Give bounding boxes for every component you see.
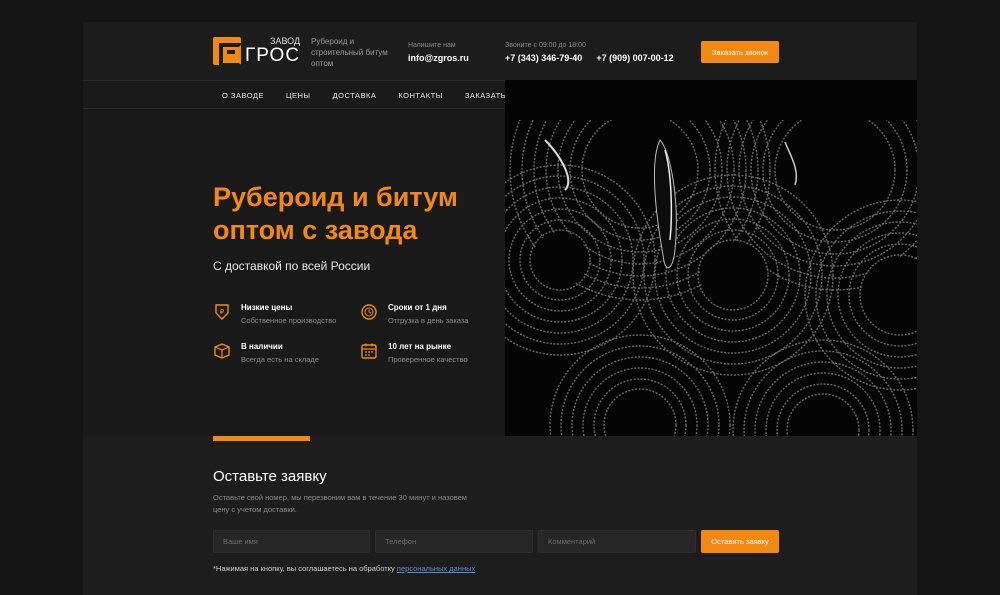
mail-label: Напишите нам — [408, 42, 456, 49]
consent-text: *Нажимая на кнопку, вы соглашаетесь на о… — [213, 564, 475, 573]
feature-low-prices: ₽ Низкие цены Собственное производство — [213, 303, 336, 325]
logo[interactable]: ЗАВОД ГРОС — [213, 37, 301, 67]
email-link[interactable]: info@zgros.ru — [408, 53, 469, 63]
box-icon — [214, 343, 230, 359]
nav-item-prices[interactable]: ЦЕНЫ — [286, 91, 311, 100]
roofing-rolls-illustration — [505, 80, 917, 436]
calendar-icon — [361, 343, 377, 359]
feature-fast-delivery: Сроки от 1 дня Отгрузка в день заказа — [360, 303, 468, 325]
nav-item-contacts[interactable]: КОНТАКТЫ — [398, 91, 442, 100]
phones-label: Звоните с 09:00 до 18:00 — [505, 42, 586, 49]
phone-link-1[interactable]: +7 (343) 346-79-40 — [505, 53, 582, 63]
form-title: Оставьте заявку — [213, 468, 327, 485]
page: ЗАВОД ГРОС Рубероид и строительный битум… — [83, 22, 917, 595]
personal-data-link[interactable]: персональных данных — [397, 564, 475, 573]
nav-item-order[interactable]: ЗАКАЗАТЬ — [465, 91, 506, 100]
hero-subtitle: С доставкой по всей России — [213, 259, 371, 273]
form-description: Оставьте свой номер, мы перезвоним вам в… — [213, 493, 467, 514]
phone-input[interactable] — [375, 530, 533, 553]
phone-link-2[interactable]: +7 (909) 007-00-12 — [596, 53, 673, 63]
feature-subtitle: Всегда есть на складе — [241, 355, 319, 364]
main-nav: О ЗАВОДЕ ЦЕНЫ ДОСТАВКА КОНТАКТЫ ЗАКАЗАТЬ — [83, 80, 506, 109]
logo-main-text: ГРОС — [245, 45, 301, 66]
logo-mark-icon — [213, 37, 243, 67]
consent-label: *Нажимая на кнопку, вы соглашаетесь на о… — [213, 564, 395, 573]
clock-icon — [361, 304, 377, 320]
mail-block: Напишите нам info@zgros.ru — [408, 42, 469, 63]
feature-title: В наличии — [241, 342, 283, 351]
phone-block: Звоните с 09:00 до 18:00 +7 (343) 346-79… — [505, 42, 674, 63]
request-form-section: Оставьте заявку Оставьте свой номер, мы … — [83, 436, 917, 595]
svg-text:₽: ₽ — [220, 308, 225, 316]
hero-title: Рубероид и битум оптом с завода — [213, 182, 458, 245]
hero: Рубероид и битум оптом с завода С достав… — [83, 109, 505, 436]
feature-title: Сроки от 1 дня — [388, 303, 447, 312]
price-tag-icon: ₽ — [215, 304, 229, 320]
feature-title: 10 лет на рынке — [388, 342, 452, 351]
feature-ten-years: 10 лет на рынке Проверенное качество — [360, 342, 468, 364]
name-input[interactable] — [213, 530, 370, 553]
feature-title: Низкие цены — [241, 303, 293, 312]
feature-subtitle: Собственное производство — [241, 316, 337, 325]
nav-item-about[interactable]: О ЗАВОДЕ — [222, 91, 264, 100]
comment-input[interactable] — [538, 530, 696, 553]
call-back-button[interactable]: Заказать звонок — [701, 41, 779, 63]
orange-accent-bar — [213, 436, 310, 441]
feature-subtitle: Проверенное качество — [388, 355, 468, 364]
submit-request-button[interactable]: Оставить заявку — [701, 530, 779, 553]
header: ЗАВОД ГРОС Рубероид и строительный битум… — [83, 22, 917, 80]
roofing-rolls-image — [505, 80, 917, 436]
feature-subtitle: Отгрузка в день заказа — [388, 316, 469, 325]
feature-in-stock: В наличии Всегда есть на складе — [213, 342, 319, 364]
nav-item-delivery[interactable]: ДОСТАВКА — [333, 91, 377, 100]
tagline: Рубероид и строительный битум оптом — [311, 37, 388, 68]
